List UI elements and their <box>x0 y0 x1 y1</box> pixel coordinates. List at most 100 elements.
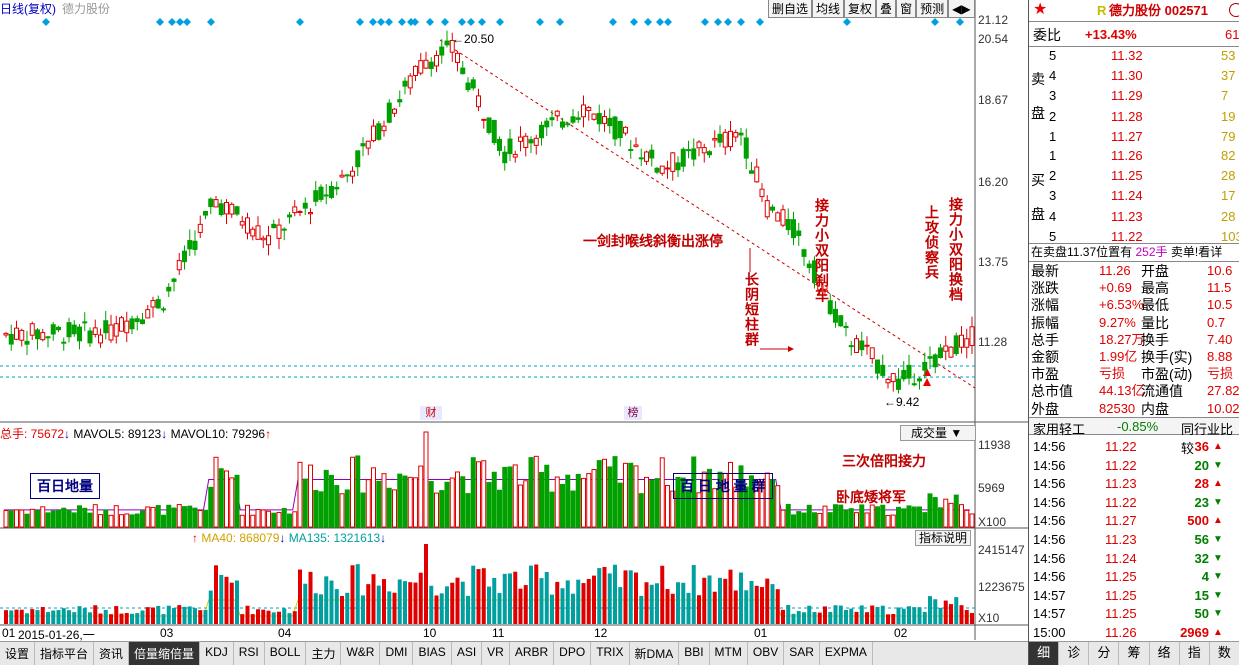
indicator-help-button[interactable]: 指标说明 <box>915 530 971 546</box>
tab-13[interactable]: ARBR <box>510 642 555 665</box>
tab-19[interactable]: OBV <box>748 642 785 665</box>
volume-dropdown[interactable]: 成交量 ▼ <box>900 425 976 441</box>
tab-3[interactable]: 倍量缩倍量 <box>129 642 201 665</box>
sells-row[interactable]: 5 11.32 53 <box>1029 47 1239 65</box>
candle[interactable] <box>953 332 959 356</box>
sells-row[interactable]: 1 11.27 79 <box>1029 128 1239 146</box>
tab-15[interactable]: TRIX <box>591 642 630 665</box>
ma-bar <box>775 589 780 624</box>
quote-tab-2[interactable]: 分 <box>1089 642 1120 665</box>
tab-17[interactable]: BBI <box>679 642 710 665</box>
ma-bar <box>686 592 691 624</box>
tab-4[interactable]: KDJ <box>200 642 234 665</box>
volume-bar <box>481 460 487 528</box>
stock-title: 德力股份 002571 <box>1109 3 1208 18</box>
sells-row[interactable]: 4 11.30 37 <box>1029 67 1239 85</box>
tick-row: 14:56 11.24 32 ▼ <box>1029 550 1239 568</box>
candle[interactable] <box>948 346 954 358</box>
sells-row[interactable]: 3 11.29 7 <box>1029 87 1239 105</box>
candle[interactable] <box>234 205 240 216</box>
candle[interactable] <box>119 315 124 332</box>
buys-row[interactable]: 2 11.25 28 <box>1029 167 1239 185</box>
quote-tab-0[interactable]: 细 <box>1029 642 1060 665</box>
tab-11[interactable]: ASI <box>452 642 483 665</box>
candle[interactable] <box>838 314 844 327</box>
tab-6[interactable]: BOLL <box>265 642 307 665</box>
tab-0[interactable]: 设置 <box>0 642 36 665</box>
tab-5[interactable]: RSI <box>234 642 265 665</box>
tab-21[interactable]: EXPMA <box>820 642 873 665</box>
volume-bar <box>953 494 959 528</box>
info-circle-icon[interactable] <box>1229 3 1239 17</box>
quote-tab-1[interactable]: 诊 <box>1059 642 1090 665</box>
tab-9[interactable]: DMI <box>380 642 414 665</box>
ma-bar <box>408 582 413 624</box>
ma-bar <box>387 591 392 624</box>
volume-bar <box>19 509 25 528</box>
quote-tab-5[interactable]: 指 <box>1180 642 1210 665</box>
tab-18[interactable]: MTM <box>710 642 748 665</box>
volume-bar <box>308 464 313 528</box>
tab-7[interactable]: 主力 <box>306 642 342 665</box>
candle[interactable] <box>775 211 781 222</box>
price: 11.30 <box>1111 68 1143 84</box>
ma-bar <box>30 609 35 624</box>
industry-row[interactable]: 家用轻工 -0.85% 同行业比较 <box>1029 417 1239 456</box>
star-icon[interactable]: ★ <box>1033 1 1047 19</box>
tab-16[interactable]: 新DMA <box>630 642 680 665</box>
tab-8[interactable]: W&R <box>341 642 381 665</box>
toolbar-btn-ma[interactable]: 均线 <box>812 0 845 18</box>
volume-bar <box>176 504 182 528</box>
ma-bar <box>833 605 838 624</box>
toolbar-btn-remove-favorite[interactable]: 删自选 <box>768 0 813 18</box>
chart-type-label[interactable]: 日线(复权) <box>0 0 56 18</box>
order-alert[interactable]: 在卖盘11.37位置有 252手 卖单!看详 <box>1031 243 1222 261</box>
marker-list[interactable]: 榜 <box>624 406 642 420</box>
ma-bar <box>592 575 596 624</box>
tab-12[interactable]: VR <box>482 642 510 665</box>
buys-row[interactable]: 1 11.26 82 <box>1029 147 1239 165</box>
tab-2[interactable]: 资讯 <box>94 642 130 665</box>
ma-tick: 1223675 <box>978 580 1025 594</box>
tab-1[interactable]: 指标平台 <box>35 642 95 665</box>
volume-bar <box>24 513 30 528</box>
webi-tail: 61 <box>1225 27 1239 42</box>
ma-bar <box>287 613 292 624</box>
ma-bar <box>760 587 764 624</box>
candle[interactable] <box>486 117 492 135</box>
ma-bar <box>56 610 61 624</box>
toolbar-btn-adjust[interactable]: 复权 <box>844 0 877 18</box>
level: 5 <box>1049 48 1057 63</box>
toolbar-btn-forecast[interactable]: 预测 <box>916 0 949 18</box>
candle[interactable] <box>376 121 382 141</box>
candle[interactable] <box>386 99 392 124</box>
toolbar-btn-window[interactable]: 窗 <box>896 0 917 18</box>
volume-bar <box>92 504 98 528</box>
buys-row[interactable]: 4 11.23 28 <box>1029 208 1239 226</box>
toolbar-btn-nav[interactable]: ◀▶ <box>948 0 975 18</box>
ma-bar <box>109 614 113 624</box>
candle[interactable] <box>591 113 597 121</box>
quote-tab-6[interactable]: 数 <box>1210 642 1239 665</box>
sells-row[interactable]: 2 11.28 19 <box>1029 108 1239 126</box>
qty: 79 <box>1221 128 1236 144</box>
candle[interactable] <box>491 119 497 146</box>
tab-20[interactable]: SAR <box>784 642 820 665</box>
volume-bar <box>413 477 418 528</box>
buys-row[interactable]: 3 11.24 17 <box>1029 187 1239 205</box>
ma-bar <box>749 580 754 624</box>
marker-finance[interactable]: 财 <box>420 406 442 420</box>
kline-chart[interactable] <box>0 0 1028 640</box>
volume-bar <box>318 491 324 528</box>
quote-tab-3[interactable]: 筹 <box>1119 642 1150 665</box>
ma-bar <box>880 605 885 624</box>
tab-14[interactable]: DPO <box>554 642 592 665</box>
toolbar-btn-overlay[interactable]: 叠 <box>876 0 897 18</box>
stat-row: 总市值 44.13亿流通值 27.82亿 <box>1029 382 1239 400</box>
quote-tab-4[interactable]: 络 <box>1150 642 1180 665</box>
candle[interactable] <box>318 184 324 203</box>
ma-bar <box>739 572 743 624</box>
tab-10[interactable]: BIAS <box>413 642 452 665</box>
tick-volume: 50 <box>1194 606 1209 622</box>
ma-bar <box>450 582 455 624</box>
